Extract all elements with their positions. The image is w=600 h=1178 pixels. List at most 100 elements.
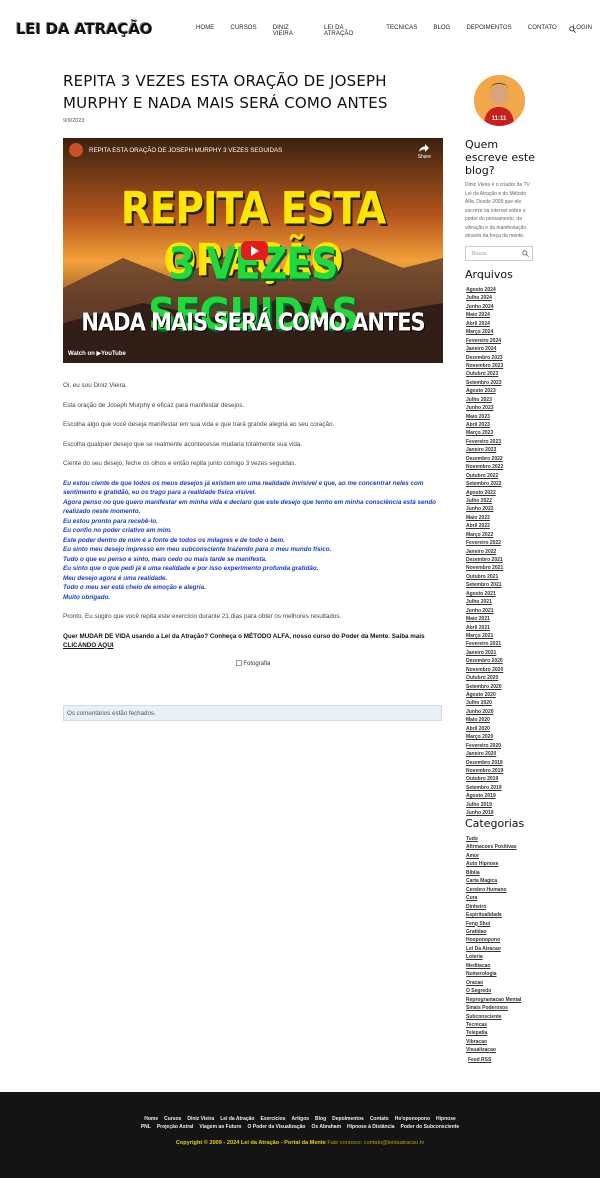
video-title[interactable]: REPITA ESTA ORAÇÃO DE JOSEPH MURPHY 3 VE… bbox=[89, 147, 282, 154]
cta-link[interactable]: CLICANDO AQUI bbox=[63, 642, 114, 649]
archive-link[interactable]: Fevereiro 2024 bbox=[466, 337, 503, 345]
footer-link-cursos[interactable]: Cursos bbox=[164, 1116, 181, 1122]
watch-on-youtube-link[interactable]: Watch on ▶YouTube bbox=[68, 350, 126, 357]
archive-link[interactable]: Novembro 2020 bbox=[466, 666, 503, 674]
footer-link-os-abraham[interactable]: Os Abraham bbox=[311, 1124, 341, 1130]
category-link[interactable]: Vibracao bbox=[466, 1038, 521, 1046]
archive-link[interactable]: Maio 2020 bbox=[466, 716, 503, 724]
category-link[interactable]: Cerebro Humano bbox=[466, 886, 521, 894]
archive-link[interactable]: Abril 2023 bbox=[466, 421, 503, 429]
footer-link-artigos[interactable]: Artigos bbox=[292, 1116, 310, 1122]
footer-link-diniz-vieira[interactable]: Diniz Vieira bbox=[187, 1116, 214, 1122]
youtube-video-embed[interactable]: REPITA ESTA ORAÇÃO DE JOSEPH MURPHY 3 VE… bbox=[63, 138, 443, 363]
archive-link[interactable]: Novembro 2021 bbox=[466, 564, 503, 572]
archive-link[interactable]: Julho 2024 bbox=[466, 294, 503, 302]
archive-link[interactable]: Novembro 2023 bbox=[466, 362, 503, 370]
share-button[interactable]: Share bbox=[418, 144, 431, 160]
nav-item-blog[interactable]: BLOG bbox=[425, 25, 458, 37]
category-link[interactable]: Feng Shui bbox=[466, 920, 521, 928]
category-link[interactable]: Amor bbox=[466, 852, 521, 860]
category-link[interactable]: Telepatia bbox=[466, 1029, 521, 1037]
archive-link[interactable]: Dezembro 2019 bbox=[466, 759, 503, 767]
nav-item-lei-da-atracao[interactable]: LEI DA ATRAÇÃO bbox=[316, 25, 378, 37]
footer-link-hipnose-a-distancia[interactable]: Hipnose à Distância bbox=[347, 1124, 395, 1130]
archive-link[interactable]: Junho 2024 bbox=[466, 303, 503, 311]
footer-link-o-poder-da-visualizacao[interactable]: O Poder da Visualização bbox=[247, 1124, 305, 1130]
channel-avatar[interactable] bbox=[69, 143, 83, 157]
nav-item-cursos[interactable]: CURSOS bbox=[222, 25, 264, 37]
category-link[interactable]: Oracao bbox=[466, 979, 521, 987]
archive-link[interactable]: Junho 2023 bbox=[466, 404, 503, 412]
footer-link-projecao-astral[interactable]: Projeção Astral bbox=[157, 1124, 194, 1130]
nav-item-depoimentos[interactable]: DEPOIMENTOS bbox=[458, 25, 519, 37]
archive-link[interactable]: Fevereiro 2020 bbox=[466, 742, 503, 750]
footer-link-ho-oponopono[interactable]: Ho'oponopono bbox=[395, 1116, 430, 1122]
category-link[interactable]: Reprogramacao Mental bbox=[466, 996, 521, 1004]
category-link[interactable]: Loteria bbox=[466, 953, 521, 961]
feed-rss-link[interactable]: Feed RSS bbox=[468, 1057, 491, 1063]
archive-link[interactable]: Fevereiro 2022 bbox=[466, 539, 503, 547]
footer-link-contato[interactable]: Contato bbox=[370, 1116, 389, 1122]
archive-link[interactable]: Fevereiro 2023 bbox=[466, 438, 503, 446]
archive-link[interactable]: Outubro 2022 bbox=[466, 472, 503, 480]
footer-link-pnl[interactable]: PNL bbox=[141, 1124, 151, 1130]
archive-link[interactable]: Setembro 2019 bbox=[466, 784, 503, 792]
category-link[interactable]: Espiritualidade bbox=[466, 911, 521, 919]
archive-link[interactable]: Abril 2024 bbox=[466, 320, 503, 328]
category-link[interactable]: Hooponopono bbox=[466, 936, 521, 944]
footer-link-home[interactable]: Home bbox=[144, 1116, 158, 1122]
archive-link[interactable]: Setembro 2021 bbox=[466, 581, 503, 589]
archive-link[interactable]: Agosto 2024 bbox=[466, 286, 503, 294]
category-link[interactable]: Tecnicas bbox=[466, 1021, 521, 1029]
archive-link[interactable]: Abril 2022 bbox=[466, 522, 503, 530]
archive-link[interactable]: Abril 2020 bbox=[466, 725, 503, 733]
archive-link[interactable]: Abril 2021 bbox=[466, 624, 503, 632]
archive-link[interactable]: Junho 2020 bbox=[466, 708, 503, 716]
archive-link[interactable]: Janeiro 2023 bbox=[466, 446, 503, 454]
category-link[interactable]: Dinheiro bbox=[466, 903, 521, 911]
category-link[interactable]: Biblia bbox=[466, 869, 521, 877]
archive-link[interactable]: Janeiro 2022 bbox=[466, 548, 503, 556]
archive-link[interactable]: Outubro 2023 bbox=[466, 370, 503, 378]
sidebar-search-input[interactable]: Busca bbox=[465, 246, 533, 261]
archive-link[interactable]: Dezembro 2022 bbox=[466, 455, 503, 463]
category-link[interactable]: Carta Magica bbox=[466, 877, 521, 885]
category-link[interactable]: Visualizacao bbox=[466, 1046, 521, 1054]
category-link[interactable]: Cura bbox=[466, 894, 521, 902]
category-link[interactable]: O Segredo bbox=[466, 987, 521, 995]
archive-link[interactable]: Janeiro 2021 bbox=[466, 649, 503, 657]
nav-item-contato[interactable]: CONTATO bbox=[520, 25, 565, 37]
category-link[interactable]: Lei Da Atracao bbox=[466, 945, 521, 953]
archive-link[interactable]: Julho 2019 bbox=[466, 801, 503, 809]
category-link[interactable]: Gratidao bbox=[466, 928, 521, 936]
category-link[interactable]: Auto Hipnose bbox=[466, 860, 521, 868]
archive-link[interactable]: Outubro 2019 bbox=[466, 775, 503, 783]
archive-link[interactable]: Outubro 2021 bbox=[466, 573, 503, 581]
archive-link[interactable]: Setembro 2020 bbox=[466, 683, 503, 691]
footer-link-lei-da-atracao[interactable]: Lei da Atração bbox=[220, 1116, 254, 1122]
footer-link-depoimentos[interactable]: Depoimentos bbox=[332, 1116, 364, 1122]
archive-link[interactable]: Março 2021 bbox=[466, 632, 503, 640]
archive-link[interactable]: Março 2023 bbox=[466, 429, 503, 437]
archive-link[interactable]: Setembro 2022 bbox=[466, 480, 503, 488]
archive-link[interactable]: Junho 2021 bbox=[466, 607, 503, 615]
archive-link[interactable]: Agosto 2021 bbox=[466, 590, 503, 598]
archive-link[interactable]: Março 2022 bbox=[466, 531, 503, 539]
archive-link[interactable]: Agosto 2019 bbox=[466, 792, 503, 800]
footer-link-exercicios[interactable]: Exercícios bbox=[261, 1116, 286, 1122]
category-link[interactable]: Tudo bbox=[466, 835, 521, 843]
footer-link-viagem-ao-futuro[interactable]: Viagem ao Futuro bbox=[199, 1124, 241, 1130]
search-icon[interactable] bbox=[522, 250, 529, 257]
category-link[interactable]: Afirmacoes Positivas bbox=[466, 843, 521, 851]
nav-item-diniz-vieira[interactable]: DINIZ VIEIRA bbox=[265, 25, 316, 37]
archive-link[interactable]: Março 2024 bbox=[466, 328, 503, 336]
archive-link[interactable]: Junho 2022 bbox=[466, 505, 503, 513]
archive-link[interactable]: Maio 2021 bbox=[466, 615, 503, 623]
archive-link[interactable]: Janeiro 2024 bbox=[466, 345, 503, 353]
search-icon[interactable] bbox=[569, 26, 576, 33]
archive-link[interactable]: Julho 2021 bbox=[466, 598, 503, 606]
footer-link-poder-do-subconsciente[interactable]: Poder do Subconsciente bbox=[401, 1124, 460, 1130]
archive-link[interactable]: Julho 2020 bbox=[466, 699, 503, 707]
archive-link[interactable]: Janeiro 2020 bbox=[466, 750, 503, 758]
footer-link-hipnose[interactable]: Hipnose bbox=[436, 1116, 456, 1122]
